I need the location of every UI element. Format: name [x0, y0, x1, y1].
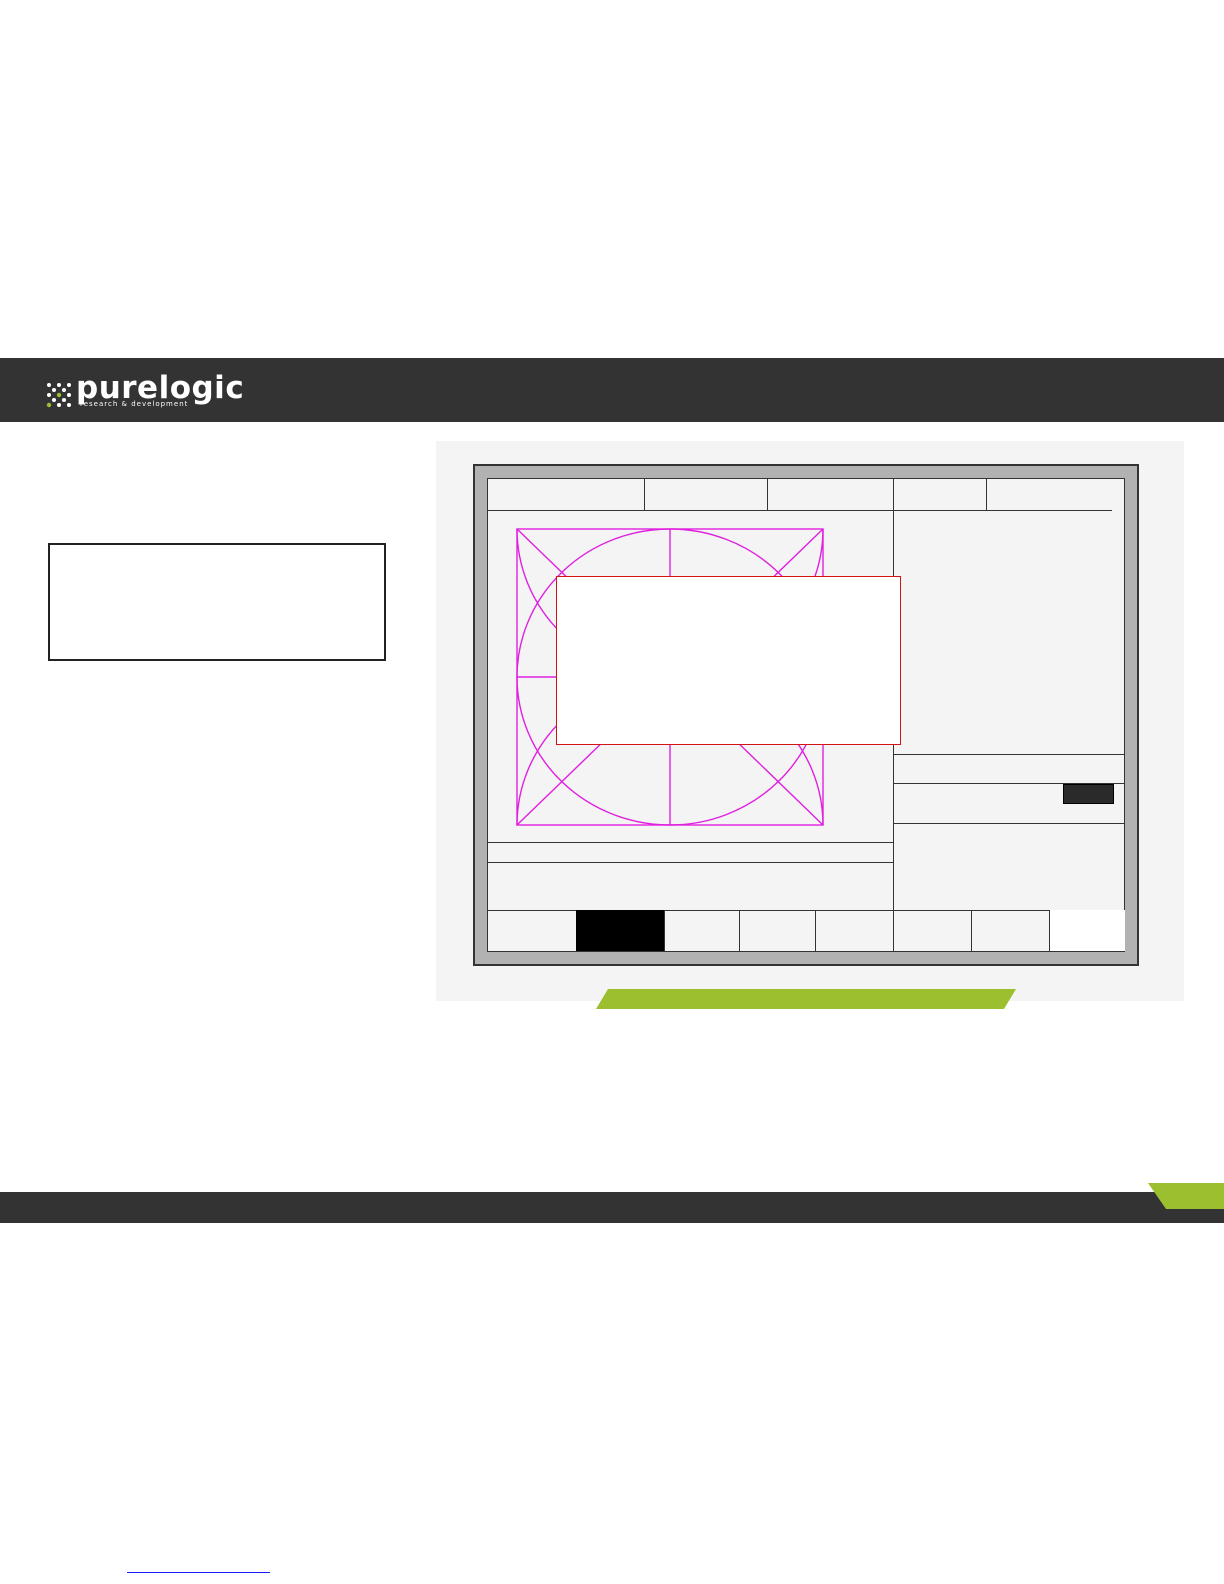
callout-box: [556, 576, 901, 745]
softkey-divider: [739, 910, 740, 951]
logo-tagline: research & development: [80, 400, 189, 408]
softkey-last[interactable]: [1050, 910, 1125, 951]
info-divider: [893, 823, 1125, 824]
ok-button[interactable]: [1063, 784, 1114, 804]
softkey-active[interactable]: [576, 910, 664, 951]
status-divider: [487, 862, 893, 863]
header-cell-divider: [644, 478, 645, 510]
softkey-divider: [893, 910, 894, 951]
footer-bar: [0, 1192, 1224, 1223]
softkey-divider: [664, 910, 665, 951]
footer-link[interactable]: [127, 1572, 270, 1573]
logo-dots-icon: [46, 383, 71, 408]
note-box: [48, 543, 386, 661]
status-divider: [487, 842, 893, 843]
header-cell-divider: [767, 478, 768, 510]
brand-logo: purelogic research & development: [46, 370, 244, 412]
screen-header-divider: [487, 510, 1112, 511]
header-cell-divider: [986, 478, 987, 510]
caption-tab: [596, 989, 1016, 1009]
page-number-tab: [1148, 1183, 1224, 1209]
softkey-divider: [971, 910, 972, 951]
softkey-divider: [815, 910, 816, 951]
info-divider: [893, 754, 1125, 755]
